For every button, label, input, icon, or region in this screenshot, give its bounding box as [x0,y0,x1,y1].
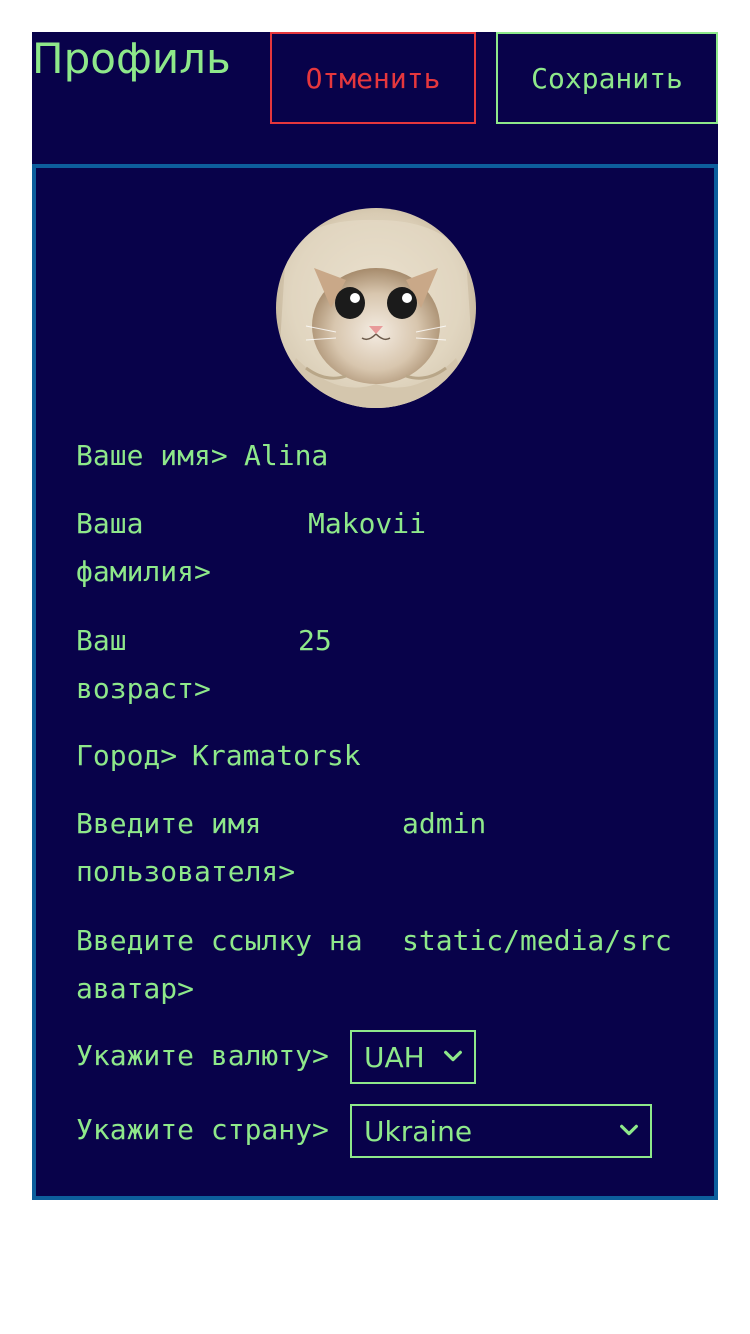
age-value[interactable]: 25 [298,617,332,665]
save-button[interactable]: Сохранить [496,32,718,124]
page-title: Профиль [32,34,231,83]
avatar-url-value[interactable]: static/media/src [402,917,674,965]
last-name-value[interactable]: Makovii [308,500,426,548]
city-field: Город> Kramatorsk [76,732,676,780]
first-name-value[interactable]: Alina [244,432,328,480]
first-name-field: Ваше имя> Alina [76,432,676,480]
city-value[interactable]: Kramatorsk [192,732,361,780]
age-label: Ваш возраст> [76,624,211,705]
country-select[interactable]: Ukraine [350,1104,652,1158]
cat-avatar-image [276,208,476,408]
first-name-label: Ваше имя> [76,439,228,472]
header: Профиль Отменить Сохранить [32,32,718,164]
currency-select[interactable]: UAH [350,1030,476,1084]
country-label: Укажите страну> [76,1113,329,1146]
username-field: Введите имя пользователя> admin [76,800,676,896]
last-name-field: Ваша фамилия> Makovii [76,500,676,596]
username-value[interactable]: admin [402,800,486,848]
country-selected-value: Ukraine [364,1114,473,1148]
username-label: Введите имя пользователя> [76,807,296,888]
avatar-url-label: Введите ссылку на аватар> [76,924,363,1005]
cancel-button[interactable]: Отменить [270,32,476,124]
chevron-down-icon [444,1050,462,1062]
currency-label: Укажите валюту> [76,1039,329,1072]
avatar [276,208,476,408]
city-label: Город> [76,739,178,772]
currency-selected-value: UAH [364,1040,425,1074]
profile-card: Ваше имя> Alina Ваша фамилия> Makovii Ва… [32,164,718,1200]
last-name-label: Ваша фамилия> [76,507,211,588]
age-field: Ваш возраст> 25 [76,617,676,713]
avatar-url-field: Введите ссылку на аватар> static/media/s… [76,917,676,1013]
chevron-down-icon [620,1124,638,1136]
